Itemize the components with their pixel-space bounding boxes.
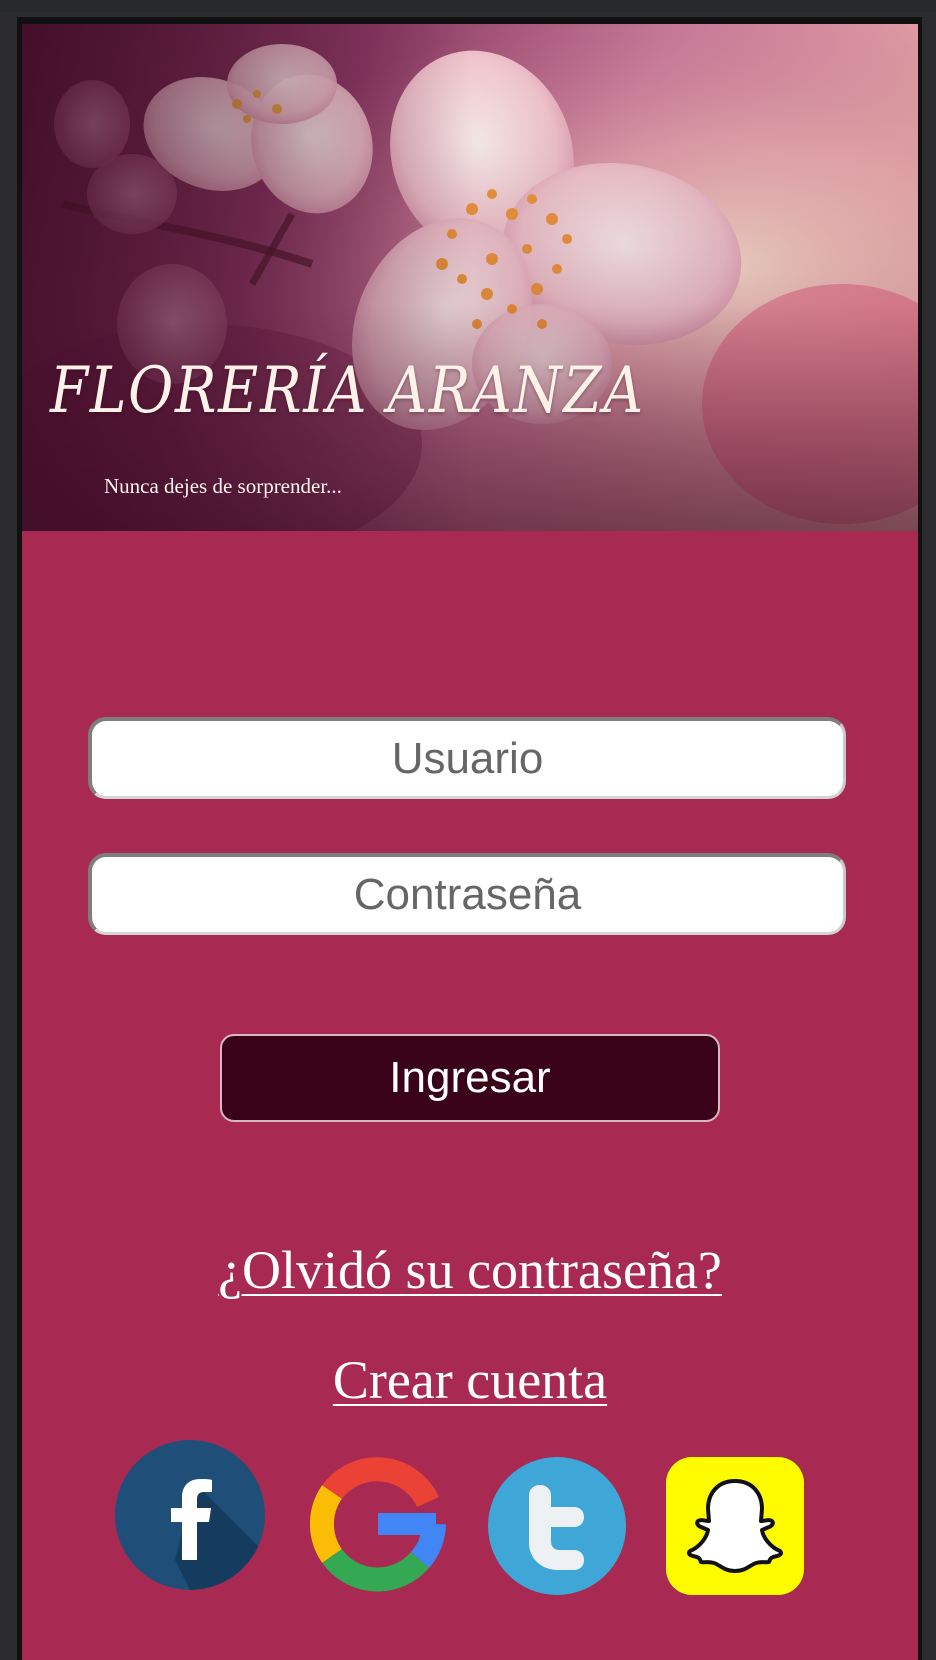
twitter-icon [488, 1457, 626, 1595]
create-account-link[interactable]: Crear cuenta [22, 1349, 918, 1411]
brand-tagline: Nunca dejes de sorprender... [104, 474, 342, 498]
hero-banner: FLORERÍA ARANZA Nunca dejes de sorprende… [22, 24, 918, 531]
facebook-icon [115, 1440, 265, 1590]
login-screen: FLORERÍA ARANZA Nunca dejes de sorprende… [22, 24, 918, 1660]
twitter-login-button[interactable] [488, 1457, 626, 1595]
snapchat-login-button[interactable] [666, 1457, 804, 1595]
brand-title: FLORERÍA ARANZA [50, 354, 645, 428]
flower-illustration [22, 24, 918, 531]
google-login-button[interactable] [310, 1456, 446, 1592]
forgot-password-link[interactable]: ¿Olvidó su contraseña? [22, 1239, 918, 1301]
snapchat-icon [666, 1457, 804, 1595]
login-button[interactable]: Ingresar [220, 1034, 720, 1122]
password-input[interactable] [88, 853, 846, 935]
window-top-bar [0, 0, 936, 12]
google-icon [310, 1457, 446, 1592]
facebook-login-button[interactable] [115, 1440, 265, 1590]
username-input[interactable] [88, 717, 846, 799]
